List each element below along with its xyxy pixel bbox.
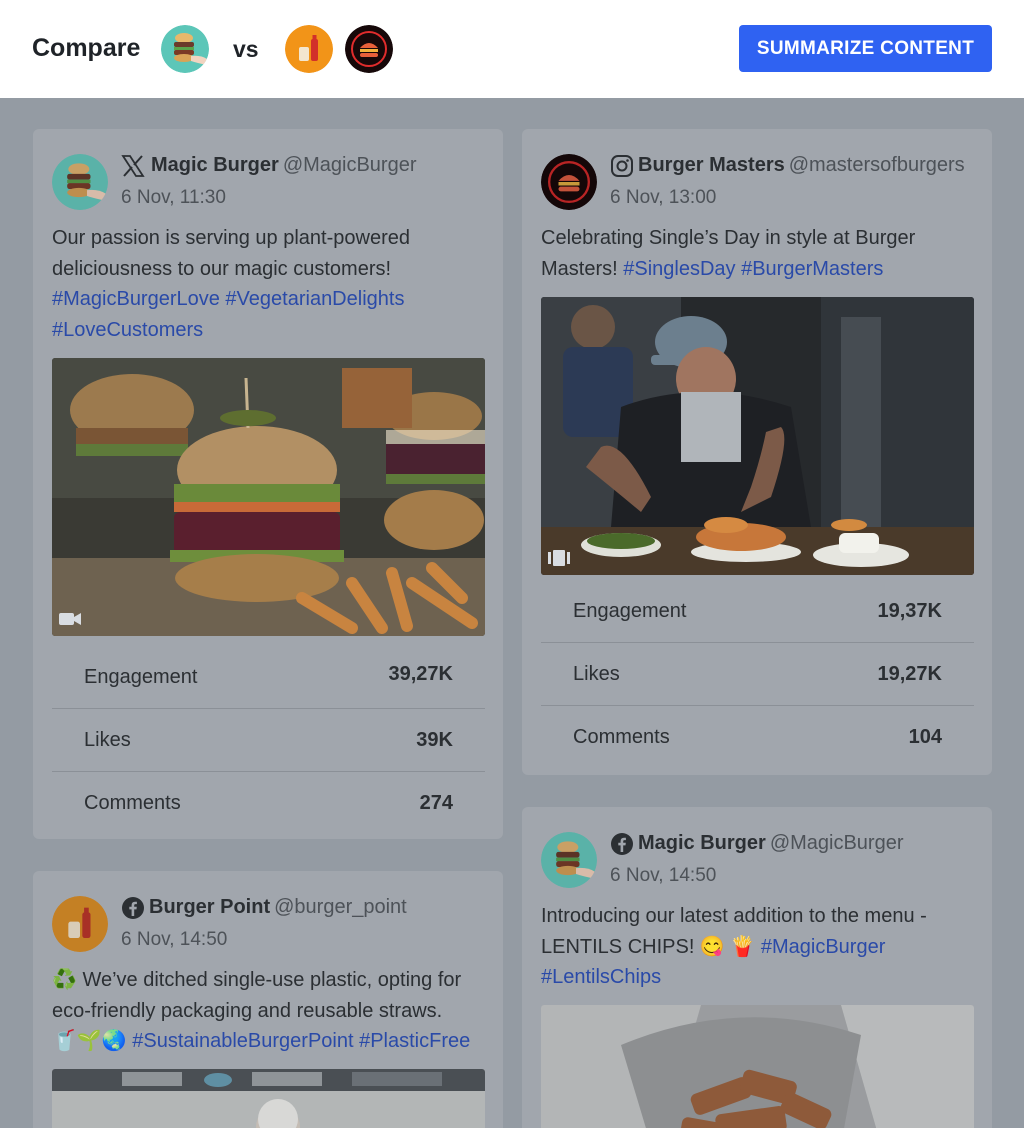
author-handle: @mastersofburgers: [788, 154, 965, 176]
post-date: 6 Nov, 11:30: [121, 187, 226, 208]
post-author[interactable]: Burger Point @burger_point: [149, 896, 407, 919]
compare-toolbar: Compare vs SUMMARIZE CONTENT: [0, 0, 1024, 98]
compare-label: Compare: [32, 34, 141, 62]
post-card-magic-burger-facebook[interactable]: Magic Burger @MagicBurger 6 Nov, 14:50 In…: [522, 807, 992, 1128]
post-text-fragment: LENTILS CHIPS! 😋 🍟: [541, 935, 761, 958]
post-media-chef-image[interactable]: [541, 297, 974, 575]
post-date: 6 Nov, 14:50: [610, 865, 717, 886]
magic-burger-avatar[interactable]: [161, 25, 209, 73]
stat-row-comments: Comments 274: [52, 772, 485, 835]
post-author[interactable]: Magic Burger @MagicBurger: [638, 832, 904, 855]
post-author[interactable]: Magic Burger @MagicBurger: [151, 154, 417, 177]
stat-row-likes: Likes 39K: [52, 709, 485, 772]
post-text: Our passion is serving up plant-powered …: [52, 223, 492, 345]
hashtag-link[interactable]: #LentilsChips: [541, 962, 986, 993]
hashtag-link[interactable]: #SinglesDay #BurgerMasters: [623, 258, 883, 280]
stat-row-engagement: Engagement 19,37K: [541, 580, 974, 643]
x-logo-icon: [121, 155, 145, 177]
instagram-logo-icon: [611, 155, 633, 177]
author-name: Magic Burger: [151, 154, 279, 176]
post-text: Introducing our latest addition to the m…: [541, 901, 986, 993]
author-name: Burger Point: [149, 896, 271, 918]
stat-value: 19,27K: [877, 663, 943, 685]
burger-point-avatar[interactable]: [285, 25, 333, 73]
post-text-line: LENTILS CHIPS! 😋 🍟 #MagicBurger: [541, 932, 986, 963]
stat-value: 39,27K: [388, 663, 454, 685]
burger-masters-avatar[interactable]: [541, 154, 597, 210]
stat-label: Engagement: [84, 666, 198, 688]
stat-value: 274: [419, 792, 453, 814]
burger-point-avatar[interactable]: [52, 896, 108, 952]
post-text-line: Introducing our latest addition to the m…: [541, 905, 927, 927]
stat-row-likes: Likes 19,27K: [541, 643, 974, 706]
stat-value: 19,37K: [877, 600, 943, 622]
post-text-fragment: Masters!: [541, 257, 624, 280]
summarize-content-button[interactable]: SUMMARIZE CONTENT: [739, 25, 992, 72]
carousel-icon: [548, 550, 570, 566]
author-handle: @MagicBurger: [769, 832, 904, 854]
stat-row-engagement: Engagement 39,27K: [52, 646, 485, 709]
post-media-burger-image[interactable]: [52, 358, 485, 636]
stat-label: Likes: [84, 729, 131, 751]
vs-label: vs: [233, 36, 259, 62]
post-text: ♻️ We’ve ditched single-use plastic, opt…: [52, 965, 497, 1057]
post-text-line: Celebrating Single’s Day in style at Bur…: [541, 227, 916, 249]
hashtag-link[interactable]: #MagicBurgerLove #VegetarianDelights: [52, 284, 492, 315]
stat-value: 104: [908, 726, 942, 748]
author-handle: @burger_point: [274, 896, 407, 918]
stat-label: Comments: [573, 726, 670, 748]
magic-burger-avatar[interactable]: [52, 154, 108, 210]
post-text-line: Our passion is serving up plant-powered: [52, 227, 410, 249]
post-text-line: deliciousness to our magic customers!: [52, 257, 392, 280]
facebook-logo-icon: [611, 833, 633, 855]
post-author[interactable]: Burger Masters @mastersofburgers: [638, 154, 965, 177]
post-date: 6 Nov, 13:00: [610, 187, 717, 208]
post-card-burger-masters-instagram[interactable]: Burger Masters @mastersofburgers 6 Nov, 1…: [522, 129, 992, 775]
post-text-line: Masters! #SinglesDay #BurgerMasters: [541, 254, 981, 285]
stat-row-comments: Comments 104: [541, 706, 974, 769]
post-text-line: ♻️ We’ve ditched single-use plastic, opt…: [52, 969, 462, 991]
post-text: Celebrating Single’s Day in style at Bur…: [541, 223, 981, 284]
author-name: Burger Masters: [638, 154, 785, 176]
author-handle: @MagicBurger: [282, 154, 417, 176]
hashtag-link[interactable]: #SustainableBurgerPoint #PlasticFree: [132, 1030, 470, 1052]
author-name: Magic Burger: [638, 832, 766, 854]
stat-label: Engagement: [573, 600, 687, 622]
burger-masters-avatar[interactable]: [345, 25, 393, 73]
stat-label: Comments: [84, 792, 181, 814]
post-emojis: 🥤🌱🌏: [52, 1030, 127, 1052]
hashtag-link[interactable]: #LoveCustomers: [52, 315, 492, 346]
stat-value: 39K: [416, 729, 453, 751]
post-media-chips-image[interactable]: [541, 1005, 974, 1128]
facebook-logo-icon: [122, 897, 144, 919]
video-icon: [59, 613, 81, 625]
post-text-line: 🥤🌱🌏 #SustainableBurgerPoint #PlasticFree: [52, 1026, 497, 1057]
hashtag-link[interactable]: #MagicBurger: [761, 936, 886, 958]
post-date: 6 Nov, 14:50: [121, 929, 228, 950]
post-card-magic-burger-x[interactable]: Magic Burger @MagicBurger 6 Nov, 11:30 Ou…: [33, 129, 503, 839]
stat-label: Likes: [573, 663, 620, 685]
post-text-line: eco-friendly packaging and reusable stra…: [52, 999, 443, 1022]
post-card-burger-point-facebook[interactable]: Burger Point @burger_point 6 Nov, 14:50 ♻…: [33, 871, 503, 1128]
post-media-image[interactable]: [52, 1069, 485, 1128]
magic-burger-avatar[interactable]: [541, 832, 597, 888]
